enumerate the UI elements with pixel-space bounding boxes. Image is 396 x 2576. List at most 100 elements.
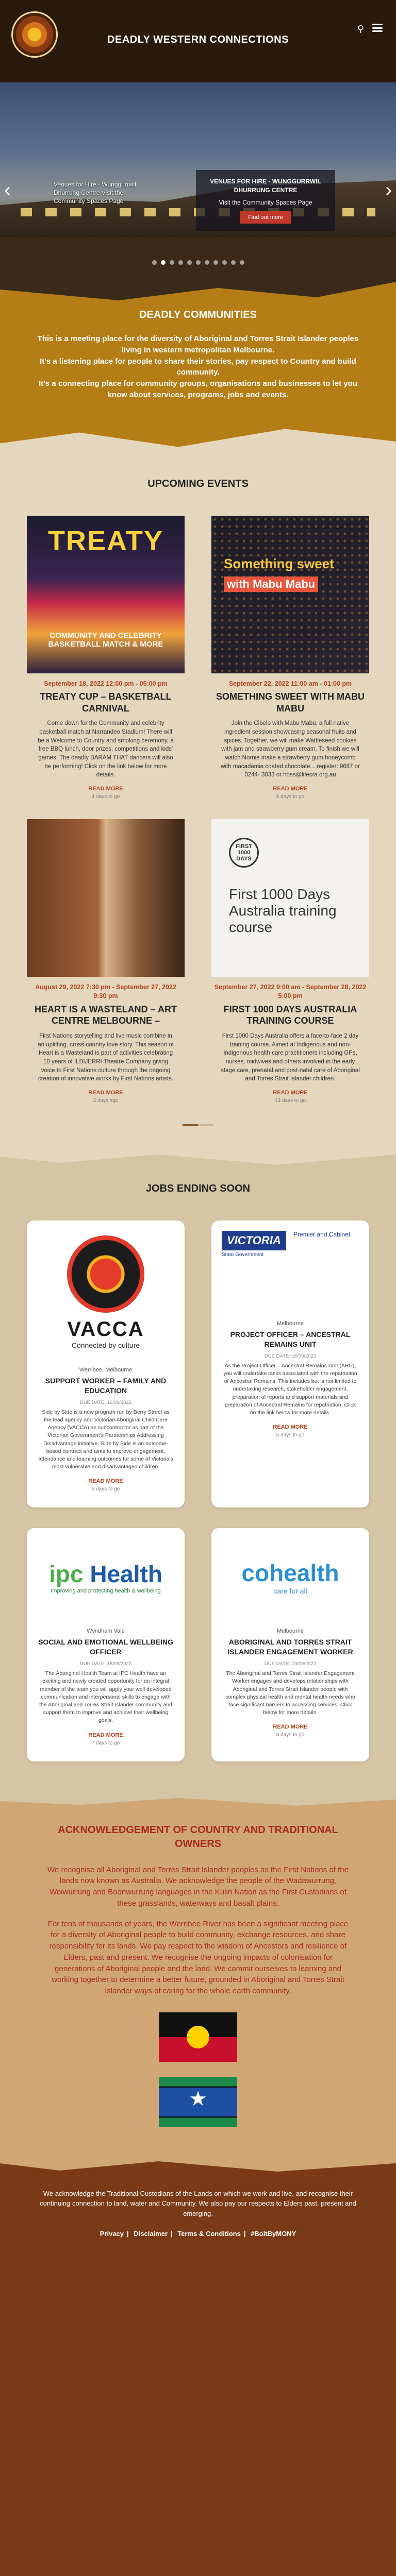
wave-divider [0,429,396,458]
job-due-date: DUE DATE: 16/09/2022 [79,1399,132,1405]
event-date: September 22, 2022 11:00 am - 01:00 pm [228,680,352,687]
logo-department: Premier and Cabinet [293,1230,351,1238]
event-image-title: First 1000 Days Australia training cours… [229,886,337,936]
footer-link-privacy[interactable]: Privacy [100,2230,124,2238]
read-more-link[interactable]: READ MORE [211,1724,369,1730]
logo-subtitle: State Government [222,1251,264,1258]
slider-dot[interactable] [204,260,209,265]
job-logo: cohealth care for all [211,1528,369,1626]
chevron-right-icon[interactable]: › [385,180,392,200]
event-image[interactable] [27,819,185,977]
event-description: First Nations storytelling and live musi… [38,1032,174,1082]
footer-link-disclaimer[interactable]: Disclaimer [134,2230,168,2238]
job-description: The Aboriginal Health Team at IPC Health… [39,1670,172,1724]
logo-subtitle: Connected by culture [71,1341,140,1350]
logo-subtitle: Improving and protecting health & wellbe… [51,1588,161,1595]
event-card[interactable]: August 29, 2022 7:30 pm - September 27, … [27,819,185,1109]
hero-box-text: Visit the Community Spaces Page [219,198,312,206]
event-title[interactable]: HEART IS A WASTELAND – ART CENTRE MELBOU… [27,1004,185,1027]
carousel-progress[interactable] [183,1124,213,1126]
event-image-title: TREATY [48,525,163,556]
event-title[interactable]: FIRST 1000 DAYS AUSTRALIA TRAINING COURS… [211,1004,369,1027]
read-more-link[interactable]: READ MORE [211,1090,369,1096]
hero-overlay-box: VENUES FOR HIRE - WUNGGURRWIL DHURRUNG C… [196,170,335,231]
job-card[interactable]: VICTORIA Premier and Cabinet State Gover… [211,1220,369,1508]
job-title[interactable]: PROJECT OFFICER – ANCESTRAL REMAINS UNIT [211,1330,369,1349]
hero-box-title: VENUES FOR HIRE - WUNGGURRWIL DHURRUNG C… [210,178,321,194]
slider-dot[interactable] [178,260,183,265]
job-card[interactable]: VACCA Connected by culture Werribee, Mel… [27,1220,185,1508]
communities-text-1: This is a meeting place for the diversit… [37,334,359,354]
dot-pattern [211,515,369,673]
slider-dot[interactable] [213,260,218,265]
jobs-grid: VACCA Connected by culture Werribee, Mel… [0,1220,396,1761]
footer-link-terms[interactable]: Terms & Conditions [177,2230,241,2238]
acknowledgement-title: ACKNOWLEDGEMENT OF COUNTRY AND TRADITION… [58,1824,338,1850]
event-image-subtitle: COMMUNITY AND CELEBRITY BASKETBALL MATCH… [48,631,163,649]
job-title[interactable]: ABORIGINAL AND TORRES STRAIT ISLANDER EN… [211,1637,369,1657]
event-countdown: 4 days to go [91,794,120,800]
read-more-link[interactable]: READ MORE [27,1478,185,1484]
event-description: Come down for the Community and celebrit… [38,720,174,778]
event-image[interactable]: Something sweet with Mabu Mabu [211,515,369,673]
footer-acknowledgement: We acknowledge the Traditional Custodian… [40,2189,356,2217]
job-description: As the Project Officer – Ancestral Remai… [223,1362,357,1416]
job-logo: VICTORIA Premier and Cabinet State Gover… [211,1221,369,1318]
job-countdown: 5 days to go [276,1432,305,1438]
event-card[interactable]: Something sweet with Mabu Mabu September… [211,515,369,805]
acknowledgement-section: ACKNOWLEDGEMENT OF COUNTRY AND TRADITION… [0,1791,396,2153]
slider-dot[interactable] [187,260,192,265]
job-card[interactable]: ipc Health Improving and protecting heal… [27,1528,185,1761]
events-grid: TREATY COMMUNITY AND CELEBRITY BASKETBAL… [0,515,396,1109]
victoria-government-logo: VICTORIA Premier and Cabinet State Gover… [222,1230,351,1258]
wave-divider [0,273,396,300]
job-due-date: DUE DATE: 16/09/2022 [264,1353,317,1359]
footer-link-credit[interactable]: #BoltByMONY [251,2230,296,2238]
event-description: Join the Cibelo with Mabu Mabu, a full n… [221,720,360,778]
job-countdown: 5 days to go [91,1486,120,1493]
event-image-subtitle: with Mabu Mabu [224,576,319,592]
job-card[interactable]: cohealth care for all Melbourne ABORIGIN… [211,1528,369,1761]
event-title[interactable]: SOMETHING SWEET WITH MABU MABU [211,691,369,714]
event-card[interactable]: FIRST 1000 DAYS First 1000 Days Australi… [211,819,369,1109]
logo-text-2: Health [90,1561,162,1588]
event-title[interactable]: TREATY CUP – BASKETBALL CARNIVAL [27,691,185,714]
slider-dot[interactable] [169,260,174,265]
job-due-date: DUE DATE: 18/09/2022 [79,1661,132,1667]
job-title[interactable]: SUPPORT WORKER – FAMILY AND EDUCATION [27,1376,185,1396]
logo-text: VACCA [67,1318,144,1341]
slider-dot[interactable] [222,260,227,265]
communities-section: DEADLY COMMUNITIES This is a meeting pla… [0,273,396,458]
event-image[interactable]: FIRST 1000 DAYS First 1000 Days Australi… [211,819,369,977]
read-more-link[interactable]: READ MORE [211,786,369,792]
slider-dot[interactable] [239,260,244,265]
first-1000-days-badge: FIRST 1000 DAYS [229,838,259,868]
logo-text: ipc [49,1561,84,1588]
job-location: Wyndham Vale [87,1628,125,1635]
event-image[interactable]: TREATY COMMUNITY AND CELEBRITY BASKETBAL… [27,515,185,673]
site-title: DEADLY WESTERN CONNECTIONS [107,34,289,45]
slider-dot[interactable] [230,260,236,265]
acknowledgement-text-2: For tens of thousands of years, the Werr… [47,1919,349,1996]
slider-dot[interactable] [160,260,166,265]
site-header: DEADLY WESTERN CONNECTIONS ⚲ [0,0,396,82]
chevron-left-icon[interactable]: ‹ [4,180,11,200]
find-out-more-button[interactable]: Find out more [240,211,291,224]
logo-subtitle: care for all [273,1587,307,1596]
read-more-link[interactable]: READ MORE [211,1424,369,1430]
event-card[interactable]: TREATY COMMUNITY AND CELEBRITY BASKETBAL… [27,515,185,805]
read-more-link[interactable]: READ MORE [27,1732,185,1738]
slider-dot[interactable] [195,260,201,265]
job-title[interactable]: SOCIAL AND EMOTIONAL WELLBEING OFFICER [27,1637,185,1657]
search-icon[interactable]: ⚲ [357,24,364,35]
header-icons: ⚲ [357,24,383,35]
vacca-seal-icon [67,1235,144,1313]
logo-text: cohealth [241,1560,339,1587]
hamburger-icon[interactable] [372,24,383,32]
read-more-link[interactable]: READ MORE [27,786,185,792]
slider-dot[interactable] [152,260,157,265]
event-countdown: 8 days to go [276,794,305,800]
job-location: Melbourne [277,1628,304,1635]
read-more-link[interactable]: READ MORE [27,1090,185,1096]
job-due-date: DUE DATE: 19/09/2022 [264,1661,317,1667]
